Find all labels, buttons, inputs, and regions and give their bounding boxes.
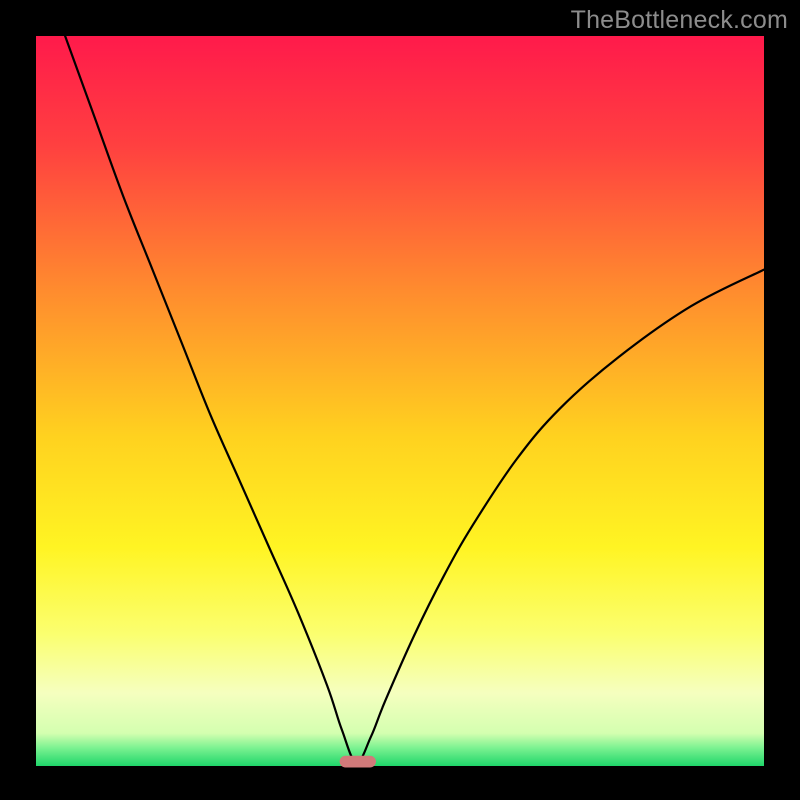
optimal-marker-icon <box>340 756 376 768</box>
chart-stage: TheBottleneck.com <box>0 0 800 800</box>
watermark-text: TheBottleneck.com <box>571 6 788 35</box>
bottleneck-chart <box>0 0 800 800</box>
plot-area <box>36 36 764 766</box>
